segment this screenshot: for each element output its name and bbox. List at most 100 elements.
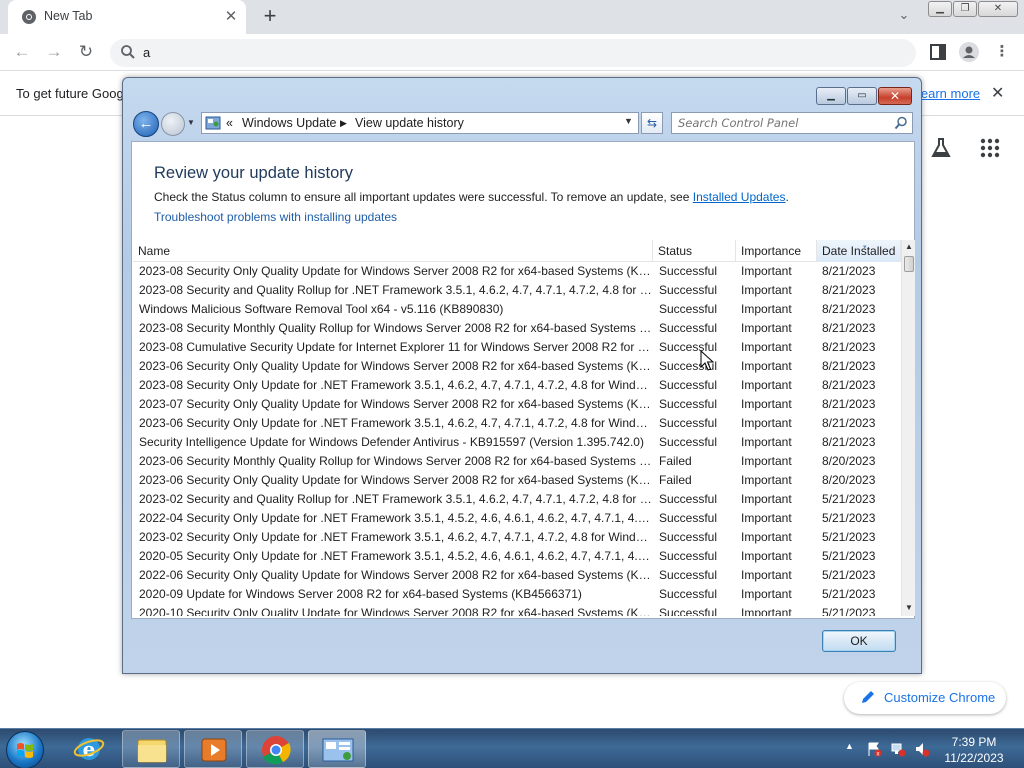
table-row[interactable]: 2023-02 Security and Quality Rollup for … [133, 490, 901, 509]
update-status-cell: Successful [659, 340, 718, 354]
breadcrumb-view-update-history[interactable]: View update history [355, 116, 464, 130]
profile-avatar-icon[interactable] [959, 42, 979, 62]
table-row[interactable]: 2023-08 Cumulative Security Update for I… [133, 338, 901, 357]
infobar-learn-more-link[interactable]: learn more [918, 86, 980, 101]
action-center-flag-icon[interactable]: x [866, 741, 882, 757]
volume-muted-icon[interactable] [914, 741, 930, 757]
scroll-up-arrow-icon[interactable]: ▲ [902, 240, 915, 254]
refresh-icon[interactable]: ⇆ [641, 112, 663, 134]
table-row[interactable]: 2020-10 Security Only Quality Update for… [133, 604, 901, 616]
browser-close-button[interactable]: ✕ [978, 1, 1018, 17]
breadcrumb-separator-icon[interactable]: ▶ [340, 118, 347, 129]
side-panel-icon[interactable] [928, 42, 948, 62]
search-icon[interactable] [894, 116, 908, 130]
instruction-text: Check the Status column to ensure all im… [154, 190, 789, 204]
table-row[interactable]: Windows Malicious Software Removal Tool … [133, 300, 901, 319]
update-status-cell: Successful [659, 378, 718, 392]
update-importance-cell: Important [741, 416, 792, 430]
browser-tab[interactable]: New Tab ✕ [8, 0, 246, 34]
recent-pages-chevron-icon[interactable]: ▼ [187, 118, 195, 127]
update-importance-cell: Important [741, 302, 792, 316]
update-name-cell: 2020-05 Security Only Update for .NET Fr… [139, 549, 653, 563]
new-tab-button[interactable]: + [258, 5, 282, 29]
update-status-cell: Successful [659, 283, 718, 297]
update-date-cell: 8/21/2023 [822, 302, 876, 316]
update-status-cell: Successful [659, 587, 718, 601]
table-row[interactable]: 2023-06 Security Only Quality Update for… [133, 471, 901, 490]
window-minimize-button[interactable]: ▁ [816, 87, 846, 105]
taskbar-google-chrome[interactable] [246, 730, 304, 768]
omnibox[interactable]: a [110, 39, 916, 67]
breadcrumb-windows-update[interactable]: Windows Update [242, 116, 337, 130]
ok-button[interactable]: OK [822, 630, 896, 652]
page-title: Review your update history [154, 164, 354, 182]
update-name-cell: 2023-06 Security Monthly Quality Rollup … [139, 454, 653, 468]
browser-minimize-button[interactable]: ▁ [928, 1, 952, 17]
column-header-importance[interactable]: Importance [736, 240, 817, 262]
table-row[interactable]: 2023-06 Security Only Update for .NET Fr… [133, 414, 901, 433]
kebab-menu-icon[interactable]: ⋮ [992, 42, 1012, 62]
system-clock[interactable]: 7:39 PM 11/22/2023 [934, 734, 1014, 766]
table-row[interactable]: 2023-06 Security Only Quality Update for… [133, 357, 901, 376]
update-importance-cell: Important [741, 606, 792, 616]
window-maximize-button[interactable]: ▭ [847, 87, 877, 105]
update-importance-cell: Important [741, 283, 792, 297]
update-status-cell: Successful [659, 416, 718, 430]
scrollbar-thumb[interactable] [904, 256, 914, 272]
table-row[interactable]: 2023-08 Security Only Quality Update for… [133, 262, 901, 281]
table-row[interactable]: 2023-08 Security Only Update for .NET Fr… [133, 376, 901, 395]
table-row[interactable]: 2023-02 Security Only Update for .NET Fr… [133, 528, 901, 547]
reload-icon[interactable]: ↻ [74, 40, 98, 64]
taskbar-internet-explorer[interactable]: e [60, 730, 118, 768]
tray-show-hidden-icon[interactable]: ▲ [845, 741, 854, 751]
google-apps-grid-icon[interactable] [978, 136, 1002, 160]
labs-flask-icon[interactable] [929, 136, 953, 160]
tab-search-chevron-icon[interactable]: ⌄ [894, 7, 914, 27]
column-header-date-installed[interactable]: ▾ Date Installed [817, 240, 901, 262]
table-row[interactable]: 2022-06 Security Only Quality Update for… [133, 566, 901, 585]
search-icon [121, 45, 135, 59]
search-input[interactable] [678, 115, 888, 131]
taskbar-media-player[interactable] [184, 730, 242, 768]
taskbar-control-panel[interactable] [308, 730, 366, 768]
table-row[interactable]: 2020-09 Update for Windows Server 2008 R… [133, 585, 901, 604]
installed-updates-link[interactable]: Installed Updates [693, 190, 786, 204]
update-status-cell: Successful [659, 530, 718, 544]
table-row[interactable]: 2020-05 Security Only Update for .NET Fr… [133, 547, 901, 566]
back-button-icon[interactable]: ← [133, 111, 159, 137]
network-icon[interactable] [890, 741, 906, 757]
windows-logo-icon [17, 743, 33, 758]
back-arrow-icon[interactable]: ← [10, 40, 34, 64]
update-importance-cell: Important [741, 264, 792, 278]
table-row[interactable]: 2023-08 Security and Quality Rollup for … [133, 281, 901, 300]
table-row[interactable]: 2023-06 Security Monthly Quality Rollup … [133, 452, 901, 471]
troubleshoot-link[interactable]: Troubleshoot problems with installing up… [154, 210, 397, 224]
update-status-cell: Successful [659, 359, 718, 373]
breadcrumb-overflow[interactable]: « [226, 116, 233, 130]
update-date-cell: 8/20/2023 [822, 454, 876, 468]
internet-explorer-icon: e [73, 737, 105, 761]
vertical-scrollbar[interactable]: ▲ ▼ [901, 240, 915, 616]
table-row[interactable]: 2022-04 Security Only Update for .NET Fr… [133, 509, 901, 528]
start-button-icon[interactable] [6, 731, 44, 768]
update-importance-cell: Important [741, 397, 792, 411]
table-row[interactable]: 2023-07 Security Only Quality Update for… [133, 395, 901, 414]
customize-chrome-button[interactable]: Customize Chrome [844, 682, 1006, 714]
address-dropdown-icon[interactable]: ▼ [624, 116, 633, 126]
tab-close-icon[interactable]: ✕ [222, 8, 240, 26]
column-header-name[interactable]: Name [133, 240, 653, 262]
table-row[interactable]: 2023-08 Security Monthly Quality Rollup … [133, 319, 901, 338]
window-close-button[interactable]: ✕ [878, 87, 912, 105]
omnibox-text[interactable]: a [143, 45, 150, 60]
update-name-cell: 2022-06 Security Only Quality Update for… [139, 568, 653, 582]
taskbar-windows-explorer[interactable] [122, 730, 180, 768]
address-bar[interactable]: « Windows Update ▶ View update history ▼ [201, 112, 639, 134]
search-control-panel-box[interactable] [671, 112, 913, 134]
forward-button-icon[interactable] [161, 112, 185, 136]
scroll-down-arrow-icon[interactable]: ▼ [902, 601, 915, 615]
column-header-status[interactable]: Status [653, 240, 736, 262]
browser-restore-button[interactable]: ❐ [953, 1, 977, 17]
forward-arrow-icon[interactable]: → [42, 40, 66, 64]
table-row[interactable]: Security Intelligence Update for Windows… [133, 433, 901, 452]
infobar-close-icon[interactable]: ✕ [991, 83, 1004, 103]
